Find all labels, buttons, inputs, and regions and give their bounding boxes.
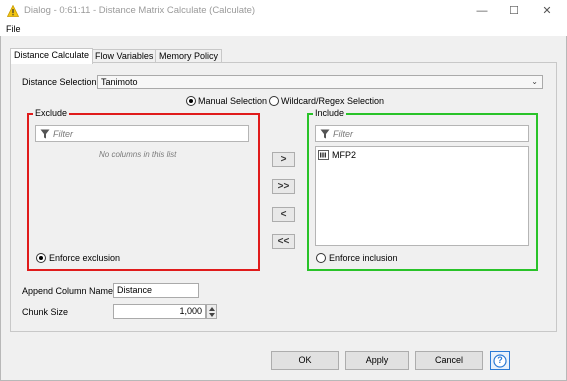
add-button[interactable]: > <box>272 152 295 167</box>
tab-distance-calculate[interactable]: Distance Calculate <box>10 48 94 64</box>
enforce-exclusion-radio[interactable] <box>36 253 46 263</box>
include-filter-placeholder: Filter <box>333 129 353 139</box>
app-warning-icon <box>7 5 19 17</box>
apply-button[interactable]: Apply <box>345 351 409 370</box>
title-bar: Dialog - 0:61:11 - Distance Matrix Calcu… <box>0 0 567 22</box>
funnel-icon <box>40 129 50 139</box>
enforce-exclusion-label: Enforce exclusion <box>49 253 121 263</box>
list-item[interactable]: MFP2 <box>317 149 377 161</box>
menu-file[interactable]: File <box>6 24 21 34</box>
enforce-inclusion-label: Enforce inclusion <box>329 253 398 263</box>
bitvector-column-icon <box>318 150 329 160</box>
append-column-input[interactable]: Distance <box>113 283 199 298</box>
exclude-filter-placeholder: Filter <box>53 129 73 139</box>
add-all-button[interactable]: >> <box>272 179 295 194</box>
maximize-button[interactable]: ☐ <box>498 0 530 22</box>
menu-bar: File <box>0 22 567 36</box>
remove-button[interactable]: < <box>272 207 295 222</box>
funnel-icon <box>320 129 330 139</box>
chunk-size-spinner[interactable] <box>206 304 217 319</box>
help-button[interactable]: ? <box>490 351 510 370</box>
distance-selection-dropdown[interactable]: Tanimoto ⌄ <box>97 75 543 89</box>
close-button[interactable]: ✕ <box>531 0 563 22</box>
tab-flow-variables[interactable]: Flow Variables <box>91 49 158 63</box>
include-filter-input[interactable]: Filter <box>315 125 529 142</box>
include-column-list[interactable]: MFP2 <box>315 146 529 246</box>
manual-selection-radio[interactable] <box>186 96 196 106</box>
wildcard-selection-radio[interactable] <box>269 96 279 106</box>
append-column-label: Append Column Name <box>22 286 114 296</box>
exclude-empty-message: No columns in this list <box>99 150 177 159</box>
window-title: Dialog - 0:61:11 - Distance Matrix Calcu… <box>24 5 256 16</box>
cancel-button[interactable]: Cancel <box>415 351 483 370</box>
enforce-inclusion-radio[interactable] <box>316 253 326 263</box>
tab-memory-policy[interactable]: Memory Policy <box>155 49 223 63</box>
chevron-down-icon: ⌄ <box>531 77 538 86</box>
include-item-label: MFP2 <box>332 150 357 160</box>
distance-selection-label: Distance Selection: <box>22 77 100 87</box>
spinner-down-icon[interactable] <box>209 313 215 317</box>
minimize-button[interactable]: — <box>466 0 498 22</box>
distance-selection-value: Tanimoto <box>101 77 138 87</box>
chunk-size-label: Chunk Size <box>22 307 69 317</box>
help-glyph: ? <box>497 355 503 365</box>
wildcard-selection-label: Wildcard/Regex Selection <box>281 96 385 106</box>
manual-selection-label: Manual Selection <box>198 96 268 106</box>
ok-button[interactable]: OK <box>271 351 339 370</box>
exclude-filter-input[interactable]: Filter <box>35 125 249 142</box>
chunk-size-input[interactable]: 1,000 <box>113 304 206 319</box>
exclude-title: Exclude <box>33 108 70 118</box>
spinner-up-icon[interactable] <box>209 307 215 311</box>
include-title: Include <box>313 108 347 118</box>
remove-all-button[interactable]: << <box>272 234 295 249</box>
